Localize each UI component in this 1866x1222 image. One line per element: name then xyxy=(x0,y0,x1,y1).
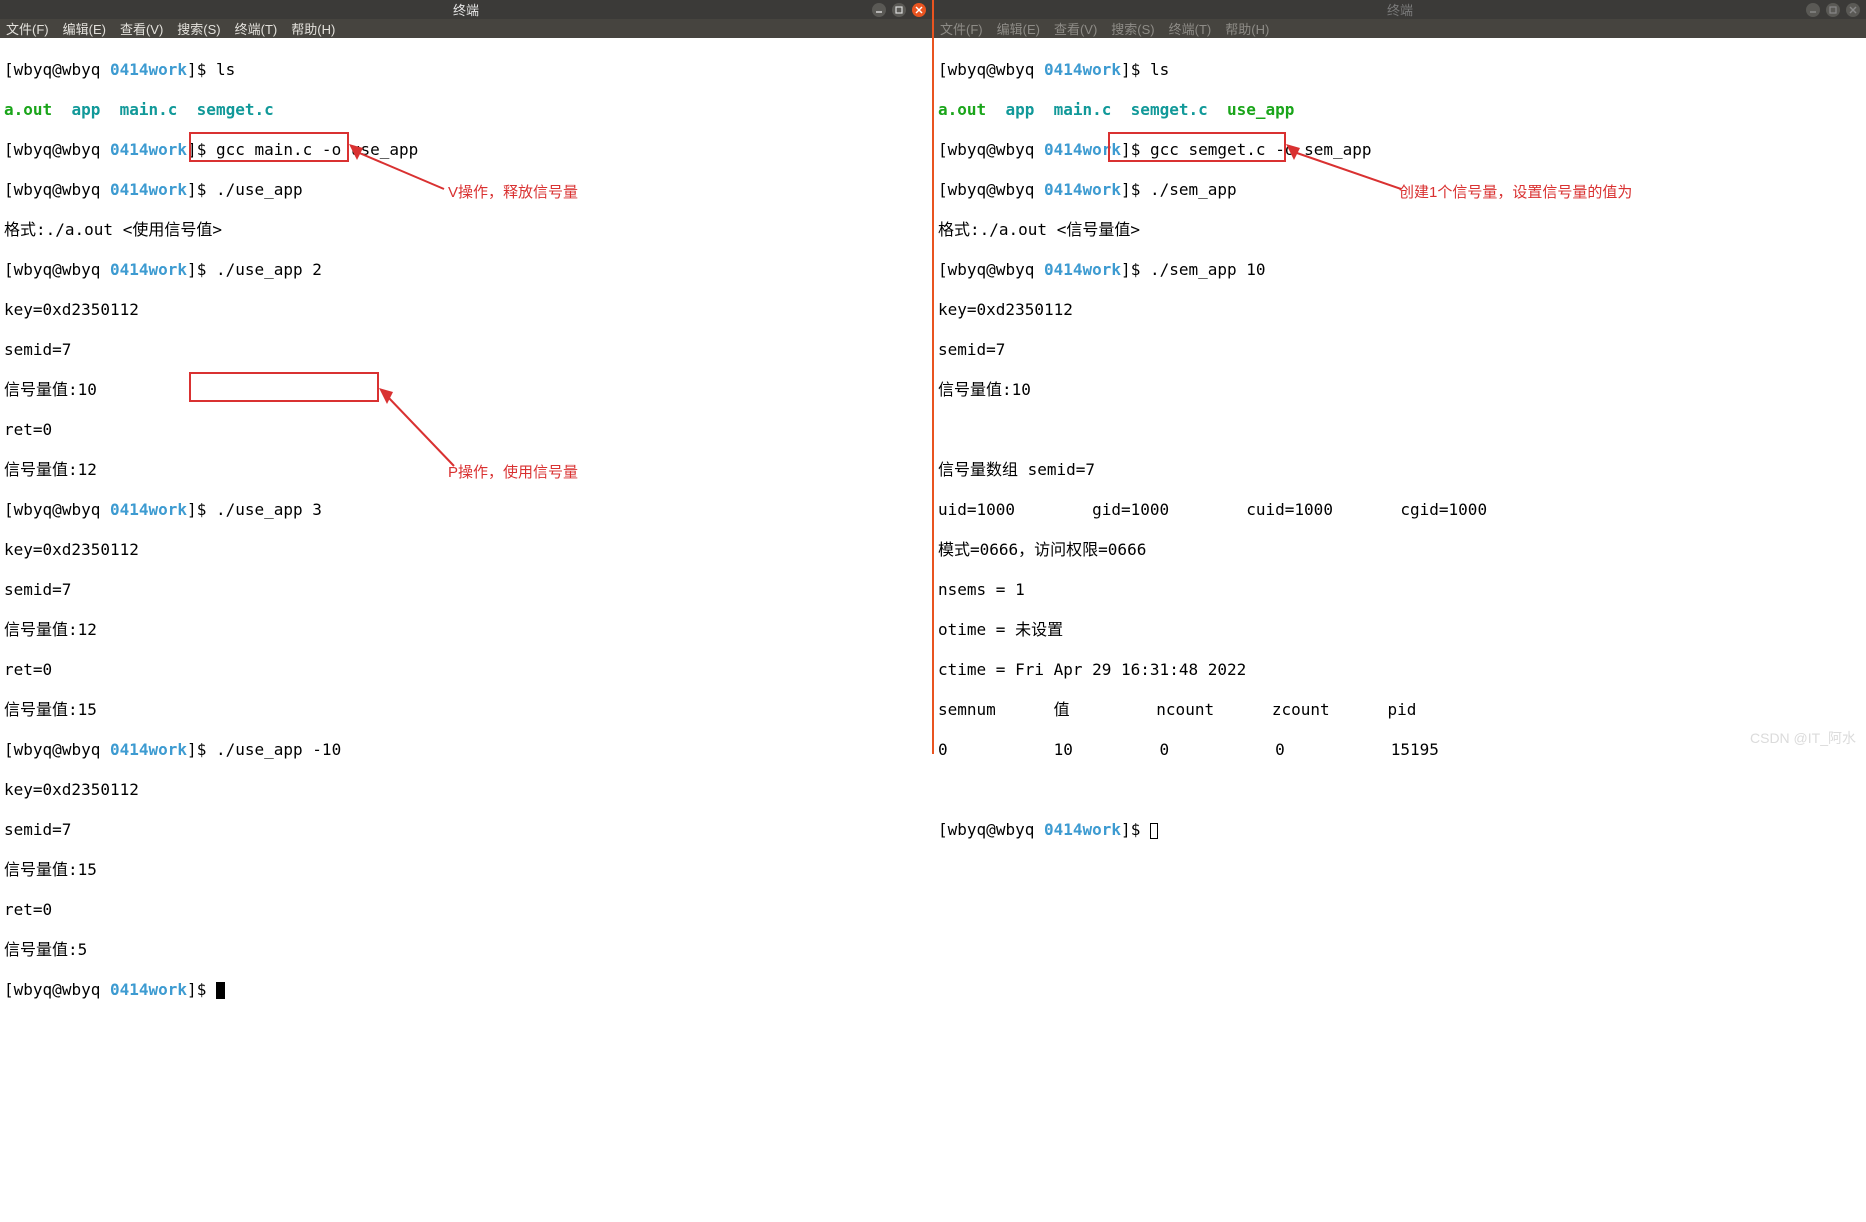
menu-view[interactable]: 查看(V) xyxy=(1054,19,1097,38)
window-controls xyxy=(872,3,926,17)
menu-edit[interactable]: 编辑(E) xyxy=(997,19,1040,38)
maximize-button[interactable] xyxy=(1826,3,1840,17)
terminal-window-right: 终端 文件(F) 编辑(E) 查看(V) 搜索(S) 终端(T) 帮助(H) [… xyxy=(934,0,1866,754)
menu-file[interactable]: 文件(F) xyxy=(940,19,983,38)
menu-view[interactable]: 查看(V) xyxy=(120,19,163,38)
menubar: 文件(F) 编辑(E) 查看(V) 搜索(S) 终端(T) 帮助(H) xyxy=(0,19,932,38)
minimize-button[interactable] xyxy=(872,3,886,17)
cursor xyxy=(1150,823,1158,839)
titlebar[interactable]: 终端 xyxy=(934,0,1866,19)
menu-search[interactable]: 搜索(S) xyxy=(1111,19,1154,38)
menu-help[interactable]: 帮助(H) xyxy=(291,19,335,38)
menu-terminal[interactable]: 终端(T) xyxy=(235,19,278,38)
close-button[interactable] xyxy=(912,3,926,17)
cursor xyxy=(216,982,225,999)
minimize-button[interactable] xyxy=(1806,3,1820,17)
menu-terminal[interactable]: 终端(T) xyxy=(1169,19,1212,38)
menu-edit[interactable]: 编辑(E) xyxy=(63,19,106,38)
terminal-content-left[interactable]: [wbyq@wbyq 0414work]$ ls a.out app main.… xyxy=(0,38,932,1222)
watermark: CSDN @IT_阿水 xyxy=(1750,728,1856,748)
terminal-window-left: 终端 文件(F) 编辑(E) 查看(V) 搜索(S) 终端(T) 帮助(H) [… xyxy=(0,0,934,754)
menu-search[interactable]: 搜索(S) xyxy=(177,19,220,38)
maximize-button[interactable] xyxy=(892,3,906,17)
window-controls xyxy=(1806,3,1860,17)
titlebar[interactable]: 终端 xyxy=(0,0,932,19)
menu-file[interactable]: 文件(F) xyxy=(6,19,49,38)
window-title: 终端 xyxy=(8,0,924,19)
window-title: 终端 xyxy=(942,0,1858,19)
close-button[interactable] xyxy=(1846,3,1860,17)
menu-help[interactable]: 帮助(H) xyxy=(1225,19,1269,38)
menubar: 文件(F) 编辑(E) 查看(V) 搜索(S) 终端(T) 帮助(H) xyxy=(934,19,1866,38)
terminal-content-right[interactable]: [wbyq@wbyq 0414work]$ ls a.out app main.… xyxy=(934,38,1866,982)
